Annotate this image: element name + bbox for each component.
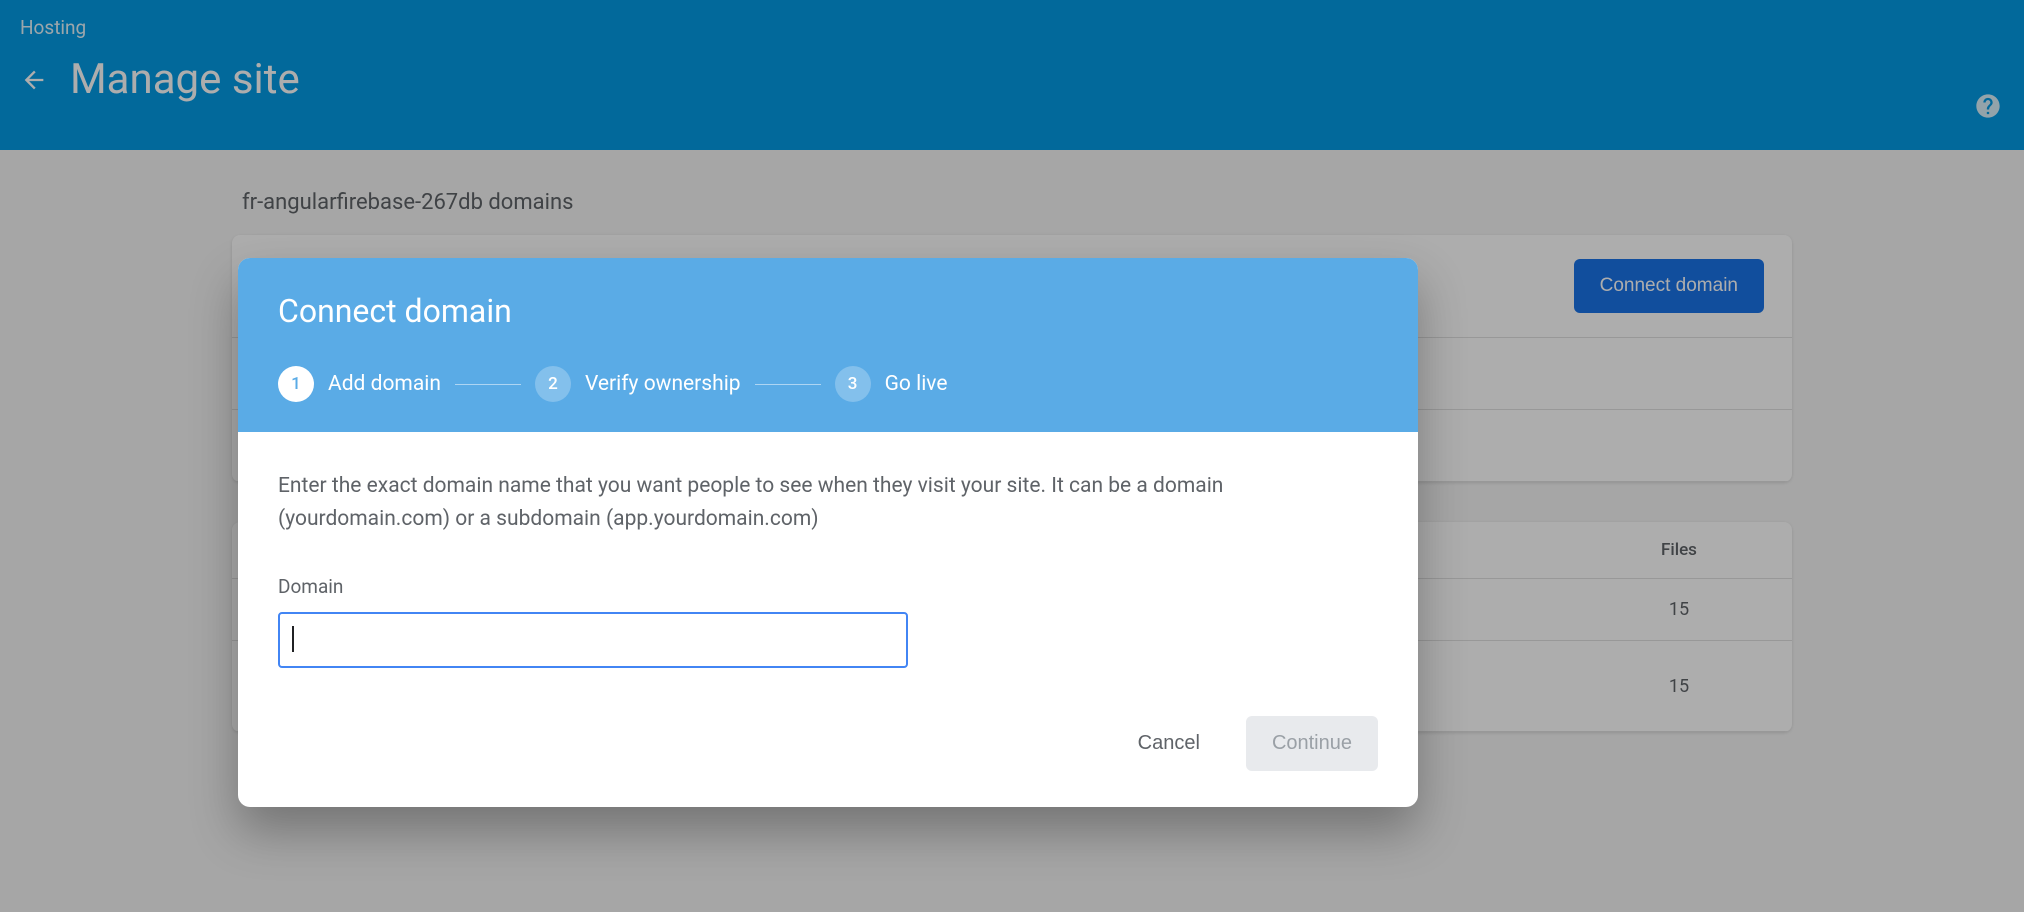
step-label: Verify ownership <box>585 372 741 396</box>
dialog-description: Enter the exact domain name that you wan… <box>278 470 1328 535</box>
domain-input[interactable] <box>278 612 908 668</box>
continue-button[interactable]: Continue <box>1246 716 1378 771</box>
cancel-button[interactable]: Cancel <box>1120 718 1218 769</box>
dialog-header: Connect domain 1 Add domain 2 Verify own… <box>238 258 1418 432</box>
step-label: Add domain <box>328 372 441 396</box>
dialog-body: Enter the exact domain name that you wan… <box>238 432 1418 696</box>
step-divider <box>755 384 821 385</box>
step-number: 1 <box>278 366 314 402</box>
dialog-actions: Cancel Continue <box>238 696 1418 807</box>
domain-input-label: Domain <box>278 575 1378 598</box>
step-add-domain: 1 Add domain <box>278 366 441 402</box>
step-number: 2 <box>535 366 571 402</box>
step-go-live: 3 Go live <box>835 366 948 402</box>
stepper: 1 Add domain 2 Verify ownership 3 Go liv… <box>278 366 1378 402</box>
step-verify-ownership: 2 Verify ownership <box>535 366 741 402</box>
step-number: 3 <box>835 366 871 402</box>
connect-domain-dialog: Connect domain 1 Add domain 2 Verify own… <box>238 258 1418 807</box>
dialog-title: Connect domain <box>278 292 1378 330</box>
step-label: Go live <box>885 372 948 396</box>
step-divider <box>455 384 521 385</box>
text-cursor <box>292 626 294 652</box>
